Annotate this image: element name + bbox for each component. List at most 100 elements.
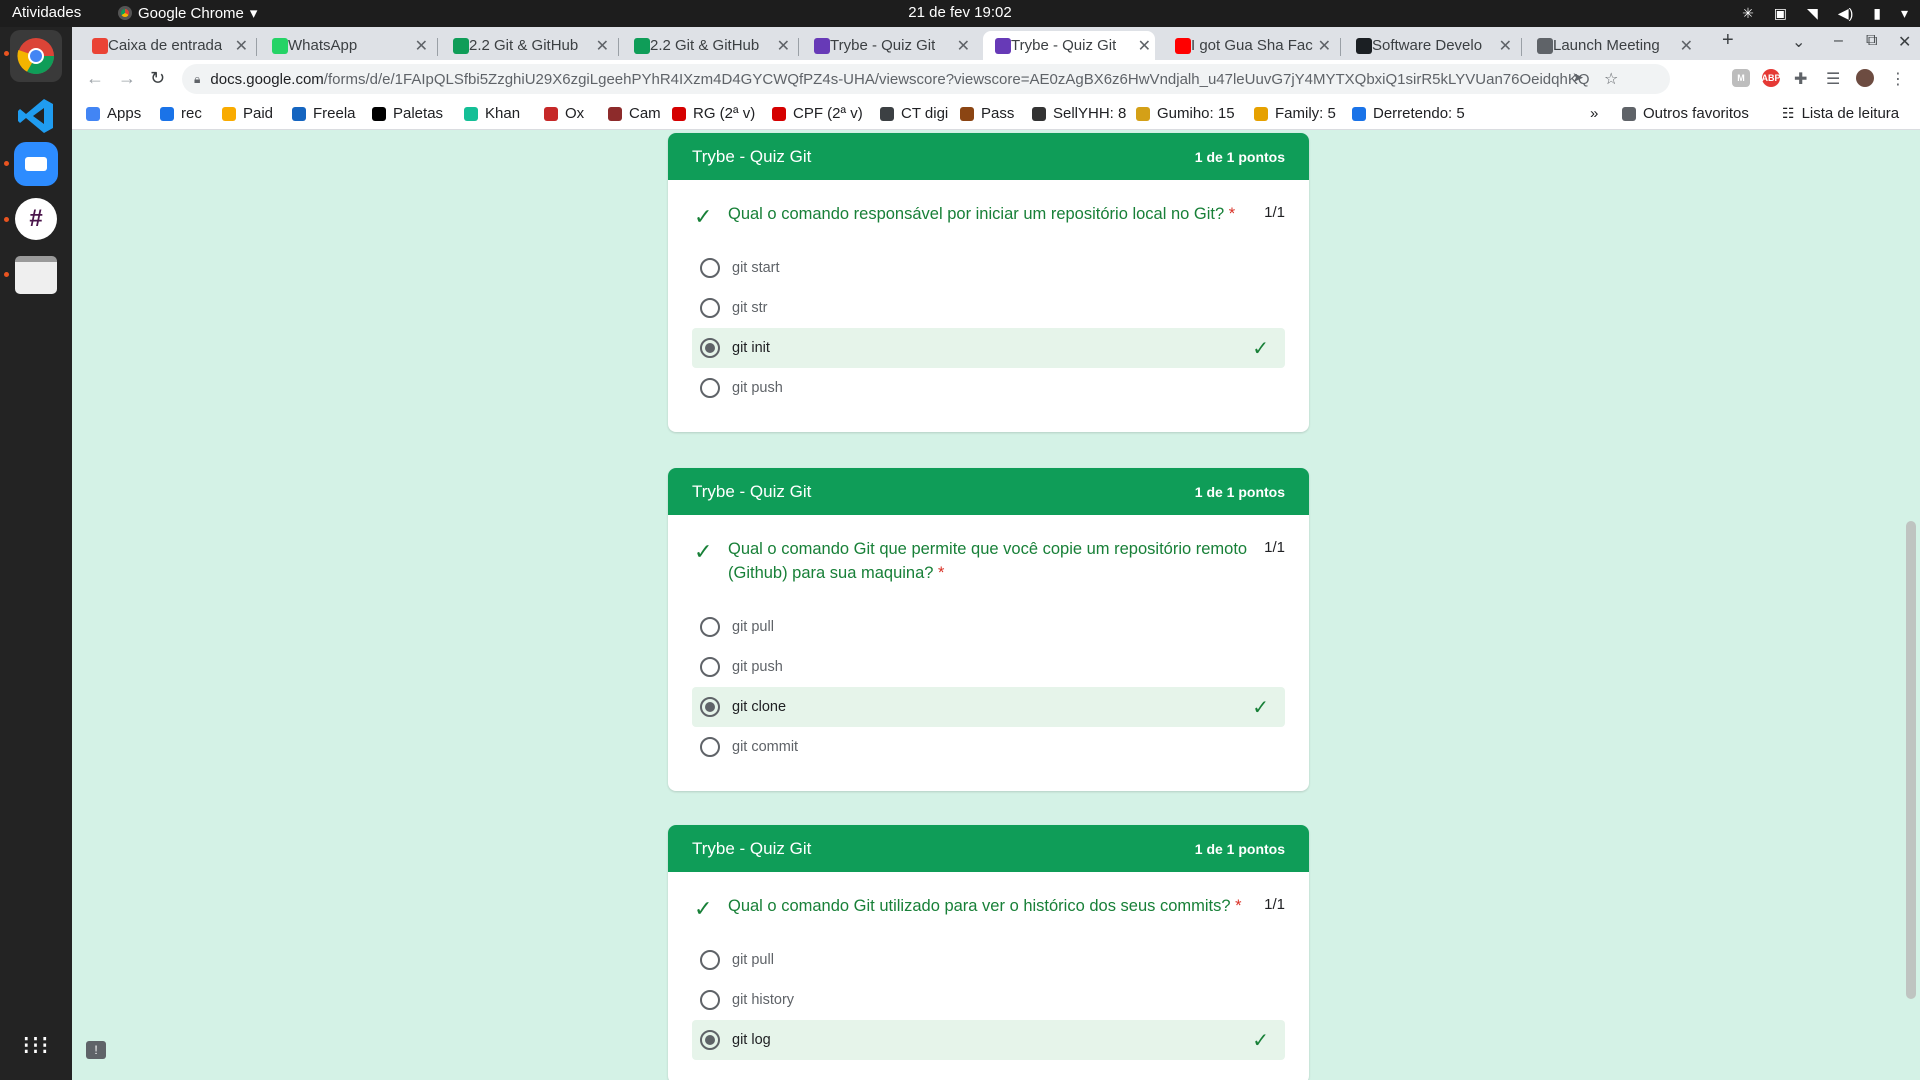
bookmark-item[interactable]: Paletas	[372, 105, 443, 122]
radio-checked-icon[interactable]	[700, 1030, 720, 1050]
answer-option[interactable]: git push	[692, 368, 1285, 408]
close-tab-icon[interactable]: ✕	[1680, 36, 1693, 56]
dock-slack[interactable]: #	[10, 193, 62, 245]
zoom-tray-icon[interactable]: ▣	[1774, 5, 1787, 22]
dock-chrome[interactable]	[10, 30, 62, 82]
selected-correct-option[interactable]: git clone ✓	[692, 687, 1285, 727]
bookmark-item[interactable]: RG (2ª v)	[672, 105, 755, 122]
close-tab-icon[interactable]: ✕	[777, 36, 790, 56]
close-tab-icon[interactable]: ✕	[235, 36, 248, 56]
slack-tray-icon[interactable]: ✳	[1742, 5, 1754, 22]
forward-button[interactable]: →	[118, 68, 136, 89]
form-page[interactable]: Trybe - Quiz Git 1 de 1 pontos ✓ Qual o com…	[72, 131, 1920, 1080]
radio-unchecked-icon[interactable]	[700, 737, 720, 757]
reading-list-button[interactable]: ☷ Lista de leitura	[1782, 105, 1899, 122]
dock-files[interactable]	[10, 249, 62, 301]
dock-zoom[interactable]	[10, 138, 62, 190]
power-menu-icon[interactable]: ▾	[1901, 5, 1908, 22]
wifi-icon[interactable]: ◥	[1807, 5, 1818, 22]
radio-checked-icon[interactable]	[700, 338, 720, 358]
browser-tab[interactable]: Launch Meeting ✕	[1525, 31, 1697, 60]
radio-unchecked-icon[interactable]	[700, 657, 720, 677]
selected-correct-option[interactable]: git log ✓	[692, 1020, 1285, 1060]
tab-title: WhatsApp	[288, 37, 358, 54]
bookmark-item[interactable]: Gumiho: 15	[1136, 105, 1235, 122]
dock-vscode[interactable]	[10, 90, 62, 142]
media-controls-icon[interactable]: ☰	[1826, 69, 1840, 89]
tab-search-icon[interactable]: ⌄	[1792, 32, 1805, 52]
close-window-button[interactable]: ✕	[1898, 32, 1911, 52]
bookmark-item[interactable]: Pass	[960, 105, 1014, 122]
answer-option[interactable]: git start	[692, 248, 1285, 288]
browser-tab[interactable]: 2.2 Git & GitHub ✕	[622, 31, 794, 60]
answer-option[interactable]: git pull	[692, 940, 1285, 980]
browser-tab[interactable]: I got Gua Sha Fac ✕	[1163, 31, 1335, 60]
close-tab-icon[interactable]: ✕	[415, 36, 428, 56]
tab-title: Launch Meeting	[1553, 37, 1660, 54]
report-feedback-icon[interactable]: !	[86, 1041, 106, 1059]
close-tab-icon[interactable]: ✕	[1138, 36, 1151, 56]
browser-tab[interactable]: WhatsApp ✕	[260, 31, 432, 60]
tab-separator	[256, 38, 257, 56]
answer-option[interactable]: git str	[692, 288, 1285, 328]
show-apps-button[interactable]: ⁝⁝⁝	[10, 1019, 62, 1071]
close-tab-icon[interactable]: ✕	[1318, 36, 1331, 56]
selected-correct-option[interactable]: git init ✓	[692, 328, 1285, 368]
answer-option[interactable]: git push	[692, 647, 1285, 687]
bookmark-item[interactable]: SellYHH: 8	[1032, 105, 1126, 122]
bookmarks-overflow-button[interactable]: »	[1590, 105, 1598, 122]
form-title: Trybe - Quiz Git	[692, 146, 812, 166]
restore-button[interactable]: ⧉	[1866, 32, 1877, 50]
system-tray[interactable]: ✳ ▣ ◥ ◀) ▮ ▾	[1742, 5, 1908, 22]
browser-tab[interactable]: Trybe - Quiz Git ✕	[802, 31, 974, 60]
bookmark-item[interactable]: CT digi	[880, 105, 948, 122]
close-tab-icon[interactable]: ✕	[957, 36, 970, 56]
radio-unchecked-icon[interactable]	[700, 258, 720, 278]
bookmark-star-icon[interactable]: ☆	[1604, 69, 1618, 89]
reload-button[interactable]: ↻	[150, 68, 165, 89]
volume-icon[interactable]: ◀)	[1838, 5, 1853, 22]
answer-option[interactable]: git pull	[692, 607, 1285, 647]
close-tab-icon[interactable]: ✕	[596, 36, 609, 56]
minimize-button[interactable]: –	[1834, 32, 1843, 50]
bookmark-item[interactable]: Paid	[222, 105, 273, 122]
clock[interactable]: 21 de fev 19:02	[0, 4, 1920, 21]
bookmark-item[interactable]: Apps	[86, 105, 141, 122]
answer-option[interactable]: git history	[692, 980, 1285, 1020]
browser-tab[interactable]: Trybe - Quiz Git ✕	[983, 31, 1155, 60]
radio-unchecked-icon[interactable]	[700, 378, 720, 398]
battery-icon[interactable]: ▮	[1873, 5, 1881, 22]
menu-kebab-icon[interactable]: ⋮	[1890, 69, 1906, 89]
radio-unchecked-icon[interactable]	[700, 950, 720, 970]
tab-title: Caixa de entrada	[108, 37, 223, 54]
profile-avatar[interactable]	[1856, 69, 1874, 87]
bookmark-item[interactable]: Freela	[292, 105, 356, 122]
extension-m-icon[interactable]: M	[1732, 69, 1750, 87]
bookmark-item[interactable]: rec	[160, 105, 202, 122]
adblock-icon[interactable]: ABP	[1762, 69, 1781, 87]
bookmark-item[interactable]: Cam	[608, 105, 661, 122]
answer-option[interactable]: git commit	[692, 727, 1285, 767]
browser-tab[interactable]: Software Develo ✕	[1344, 31, 1516, 60]
page-scrollbar[interactable]	[1906, 521, 1916, 999]
bookmark-item[interactable]: Ox	[544, 105, 584, 122]
radio-checked-icon[interactable]	[700, 697, 720, 717]
new-tab-button[interactable]: +	[1722, 29, 1734, 52]
address-bar[interactable]: 🔒︎ docs.google.com/forms/d/e/1FAIpQLSfbi…	[182, 64, 1670, 94]
send-to-devices-icon[interactable]: ➤	[1572, 69, 1584, 86]
bookmark-item[interactable]: CPF (2ª v)	[772, 105, 863, 122]
required-asterisk: *	[1228, 205, 1236, 223]
radio-unchecked-icon[interactable]	[700, 617, 720, 637]
back-button[interactable]: ←	[86, 68, 104, 89]
radio-unchecked-icon[interactable]	[700, 990, 720, 1010]
close-tab-icon[interactable]: ✕	[1499, 36, 1512, 56]
radio-unchecked-icon[interactable]	[700, 298, 720, 318]
browser-tab[interactable]: 2.2 Git & GitHub ✕	[441, 31, 613, 60]
extensions-puzzle-icon[interactable]: ✚	[1794, 69, 1807, 89]
bookmark-item[interactable]: Family: 5	[1254, 105, 1336, 122]
bookmark-item[interactable]: Derretendo: 5	[1352, 105, 1465, 122]
other-bookmarks-folder[interactable]: Outros favoritos	[1622, 105, 1749, 122]
browser-tab[interactable]: Caixa de entrada ✕	[80, 31, 252, 60]
bookmark-item[interactable]: Khan	[464, 105, 520, 122]
lock-icon[interactable]: 🔒︎	[194, 72, 200, 87]
